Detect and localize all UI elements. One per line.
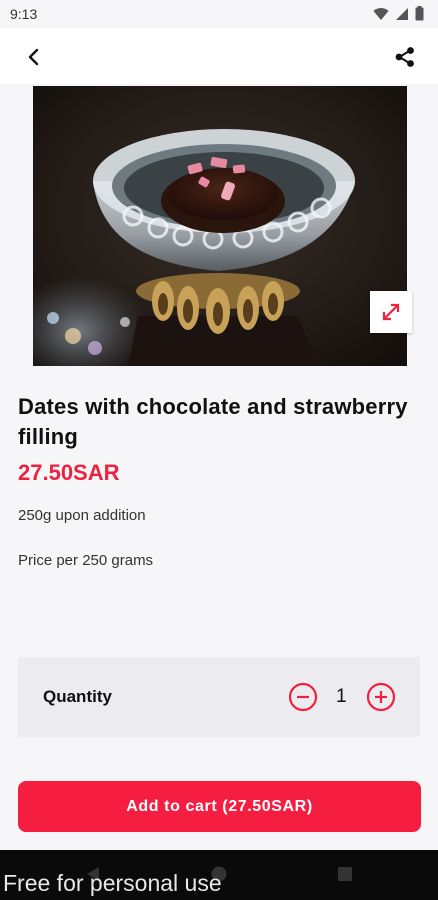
wifi-icon (373, 7, 389, 20)
expand-image-button[interactable] (370, 291, 412, 333)
minus-circle-icon (288, 682, 318, 712)
product-price-note: Price per 250 grams (18, 552, 154, 569)
product-title: Dates with chocolate and strawberry fill… (18, 394, 408, 449)
quantity-increase-button[interactable] (366, 682, 396, 712)
quantity-value: 1 (336, 686, 347, 707)
status-bar: 9:13 (0, 0, 438, 28)
status-icons (373, 6, 424, 21)
quantity-label: Quantity (43, 687, 112, 706)
quantity-card: Quantity 1 (18, 657, 420, 737)
product-image[interactable] (33, 86, 407, 366)
plus-circle-icon (366, 682, 396, 712)
product-weight-note: 250g upon addition (18, 507, 146, 524)
share-button[interactable] (390, 42, 420, 72)
product-photo-illustration (33, 86, 407, 366)
share-icon (395, 47, 414, 67)
signal-icon (396, 7, 408, 20)
expand-icon (382, 303, 400, 321)
back-button[interactable] (18, 42, 48, 72)
add-to-cart-button[interactable]: Add to cart (27.50SAR) (18, 781, 421, 832)
status-time: 9:13 (10, 6, 38, 22)
app-bar (0, 28, 438, 84)
quantity-decrease-button[interactable] (288, 682, 318, 712)
nav-recents-icon[interactable] (338, 867, 352, 881)
battery-icon (415, 6, 424, 21)
back-arrow-icon (28, 48, 39, 66)
watermark-text: Free for personal use (3, 870, 222, 896)
product-price: 27.50SAR (18, 460, 120, 485)
